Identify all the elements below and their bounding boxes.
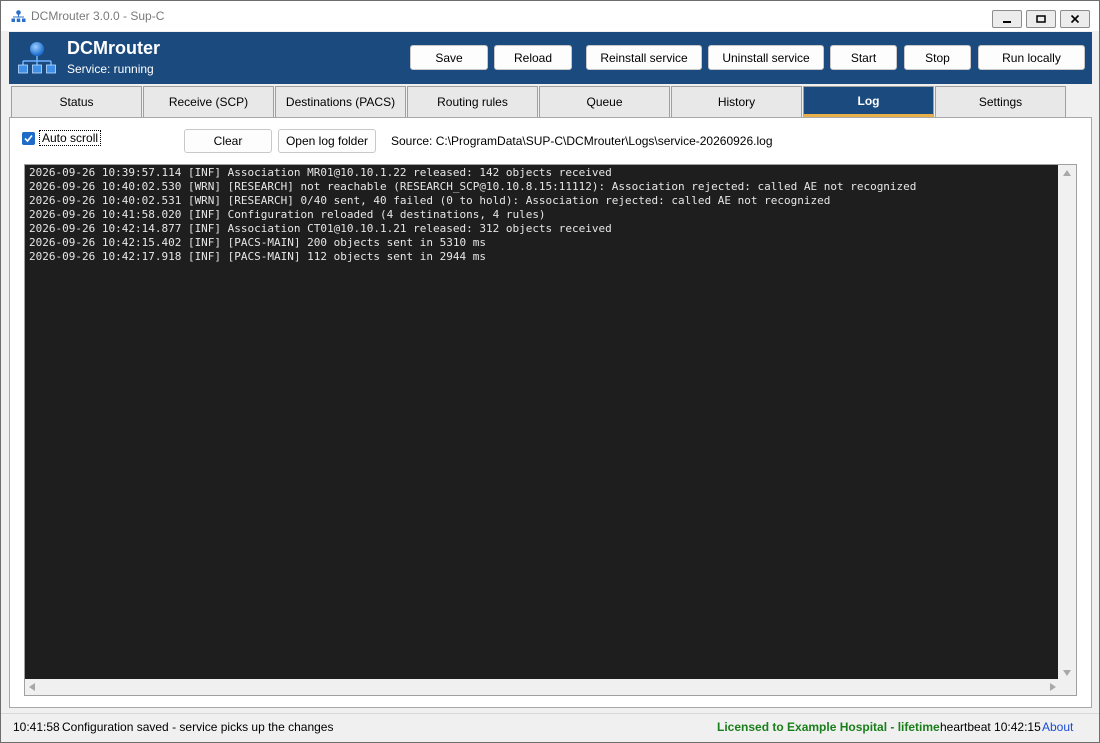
uninstall-service-button[interactable]: Uninstall service (708, 45, 824, 70)
app-name: DCMrouter (67, 38, 160, 58)
tab-queue[interactable]: Queue (539, 86, 670, 117)
run-locally-button[interactable]: Run locally (978, 45, 1085, 70)
log-line: 2026-09-26 10:40:02.530 [WRN] [RESEARCH]… (29, 180, 917, 193)
log-line: 2026-09-26 10:41:58.020 [INF] Configurat… (29, 208, 546, 221)
auto-scroll-toggle[interactable]: Auto scroll (22, 130, 102, 146)
clear-button[interactable]: Clear (184, 129, 272, 153)
reinstall-service-button[interactable]: Reinstall service (586, 45, 702, 70)
log-line: 2026-09-26 10:40:02.531 [WRN] [RESEARCH]… (29, 194, 831, 207)
scroll-left-icon[interactable] (29, 683, 35, 691)
service-status: Service: running (67, 62, 154, 76)
minimize-icon (1003, 21, 1011, 23)
restore-icon (1036, 15, 1046, 23)
log-line: 2026-09-26 10:42:17.918 [INF] [PACS-MAIN… (29, 250, 486, 263)
status-time: 10:41:58 (13, 720, 60, 734)
scroll-up-icon[interactable] (1063, 170, 1071, 176)
scrollbar-corner (1058, 679, 1076, 695)
save-button[interactable]: Save (410, 45, 488, 70)
tab-settings[interactable]: Settings (935, 86, 1066, 117)
window-title: DCMrouter 3.0.0 - Sup-C (31, 9, 165, 23)
log-output[interactable]: 2026-09-26 10:39:57.114 [INF] Associatio… (24, 164, 1077, 696)
network-logo-icon (18, 42, 56, 74)
checkmark-icon (24, 134, 33, 142)
tab-bar: Status Receive (SCP) Destinations (PACS)… (11, 86, 1071, 117)
log-source-path: Source: C:\ProgramData\SUP-C\DCMrouter\L… (391, 134, 773, 148)
log-line: 2026-09-26 10:39:57.114 [INF] Associatio… (29, 166, 612, 179)
title-bar: DCMrouter 3.0.0 - Sup-C (1, 1, 1099, 31)
auto-scroll-checkbox[interactable] (22, 131, 35, 145)
log-line: 2026-09-26 10:42:14.877 [INF] Associatio… (29, 222, 612, 235)
start-button[interactable]: Start (830, 45, 897, 70)
tab-destinations-pacs[interactable]: Destinations (PACS) (275, 86, 406, 117)
tab-routing-rules[interactable]: Routing rules (407, 86, 538, 117)
vertical-scrollbar[interactable] (1058, 165, 1076, 681)
stop-button[interactable]: Stop (904, 45, 971, 70)
log-line: 2026-09-26 10:42:15.402 [INF] [PACS-MAIN… (29, 236, 486, 249)
auto-scroll-label[interactable]: Auto scroll (39, 130, 102, 146)
status-bar: 10:41:58 Configuration saved - service p… (1, 713, 1099, 742)
minimize-button[interactable] (992, 10, 1022, 28)
close-button[interactable] (1060, 10, 1090, 28)
tab-receive-scp[interactable]: Receive (SCP) (143, 86, 274, 117)
scroll-right-icon[interactable] (1050, 683, 1056, 691)
log-lines: 2026-09-26 10:39:57.114 [INF] Associatio… (29, 166, 1056, 264)
tab-status[interactable]: Status (11, 86, 142, 117)
tab-log[interactable]: Log (803, 86, 934, 117)
app-header: DCMrouter Service: running Save Reload R… (9, 32, 1092, 84)
reload-button[interactable]: Reload (494, 45, 572, 70)
horizontal-scrollbar[interactable] (25, 679, 1060, 695)
close-icon (1070, 14, 1080, 24)
heartbeat-status: heartbeat 10:42:15 (940, 720, 1041, 734)
maximize-button[interactable] (1026, 10, 1056, 28)
app-window: DCMrouter 3.0.0 - Sup-C DCMrouter Servic… (0, 0, 1100, 743)
status-message: Configuration saved - service picks up t… (62, 720, 334, 734)
about-link[interactable]: About (1042, 720, 1073, 734)
tab-history[interactable]: History (671, 86, 802, 117)
scroll-down-icon[interactable] (1063, 670, 1071, 676)
network-icon (11, 10, 26, 22)
open-log-folder-button[interactable]: Open log folder (278, 129, 376, 153)
license-status: Licensed to Example Hospital - lifetime (717, 720, 940, 734)
log-panel: Auto scroll Clear Open log folder Source… (9, 117, 1092, 708)
